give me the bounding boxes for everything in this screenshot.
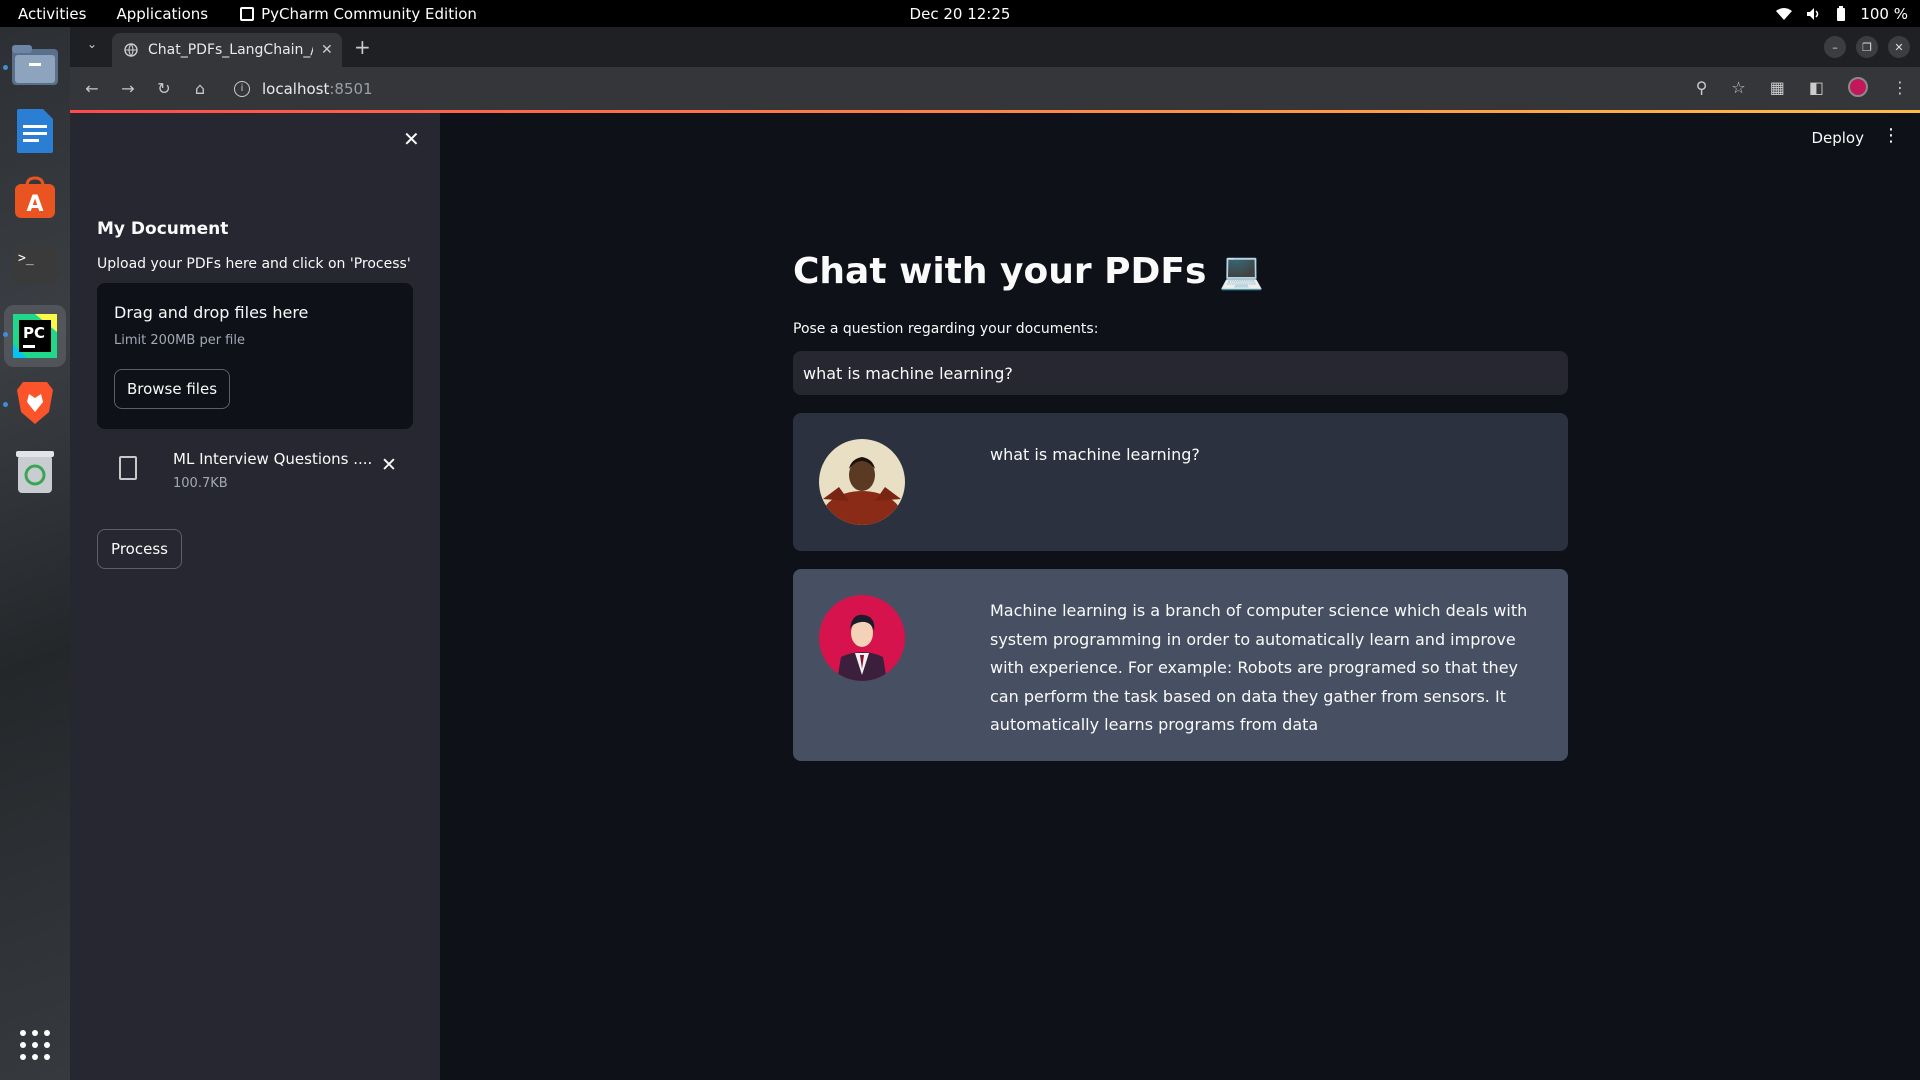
globe-icon xyxy=(124,43,138,57)
question-label: Pose a question regarding your documents… xyxy=(793,321,1099,337)
main-menu-icon[interactable]: ⋮ xyxy=(1882,125,1900,146)
browser-window: ⌄ Chat_PDFs_LangChain_/ ✕ + – ❐ ✕ ← → ↻ … xyxy=(70,27,1920,1080)
toolbar-actions: ⚲ ☆ ▦ ◧ ⋮ xyxy=(1696,77,1908,97)
minimize-icon[interactable]: – xyxy=(1824,36,1846,58)
page-title: Chat with your PDFs 💻 xyxy=(793,251,1264,292)
zoom-icon[interactable]: ⚲ xyxy=(1696,78,1708,97)
system-status-area[interactable]: 100 % xyxy=(1776,5,1908,23)
remove-file-icon[interactable]: ✕ xyxy=(381,454,397,476)
user-avatar xyxy=(819,439,905,525)
sidebar: ✕ My Document Upload your PDFs here and … xyxy=(70,113,440,1080)
sidebar-title: My Document xyxy=(97,219,229,239)
restore-icon[interactable]: ❐ xyxy=(1856,36,1878,58)
brave-icon[interactable] xyxy=(11,379,59,427)
terminal-icon[interactable]: >_ xyxy=(11,241,59,289)
trash-icon[interactable] xyxy=(11,447,59,495)
tab-search-chevron-icon[interactable]: ⌄ xyxy=(82,37,102,57)
tab-strip: ⌄ Chat_PDFs_LangChain_/ ✕ + – ❐ ✕ xyxy=(70,27,1920,67)
system-top-bar: Activities Applications PyCharm Communit… xyxy=(0,0,1920,27)
battery-icon xyxy=(1837,5,1846,21)
applications-menu[interactable]: Applications xyxy=(116,5,208,23)
bot-message: Machine learning is a branch of computer… xyxy=(793,569,1568,761)
file-dropzone[interactable]: Drag and drop files here Limit 200MB per… xyxy=(97,283,413,429)
upload-label: Upload your PDFs here and click on 'Proc… xyxy=(97,256,411,272)
user-message-text: what is machine learning? xyxy=(990,445,1200,464)
home-icon[interactable]: ⌂ xyxy=(188,77,212,101)
browse-files-button[interactable]: Browse files xyxy=(114,369,230,409)
focused-app-menu[interactable]: PyCharm Community Edition xyxy=(240,5,477,23)
close-window-icon[interactable]: ✕ xyxy=(1888,36,1910,58)
forward-icon[interactable]: → xyxy=(116,77,140,101)
file-size: 100.7KB xyxy=(173,476,228,491)
writer-icon[interactable] xyxy=(11,107,59,155)
activities-button[interactable]: Activities xyxy=(18,5,86,23)
running-indicator xyxy=(3,402,8,407)
file-icon xyxy=(119,456,137,480)
browser-toolbar: ← → ↻ ⌂ i localhost:8501 ⚲ ☆ ▦ ◧ ⋮ xyxy=(70,67,1920,110)
focused-app-name: PyCharm Community Edition xyxy=(261,4,477,23)
running-indicator xyxy=(3,332,8,337)
deploy-button[interactable]: Deploy xyxy=(1811,129,1864,147)
bot-message-text: Machine learning is a branch of computer… xyxy=(990,601,1528,734)
battery-percent: 100 % xyxy=(1860,4,1908,23)
svg-text:A: A xyxy=(26,192,43,217)
tab-active[interactable]: Chat_PDFs_LangChain_/ ✕ xyxy=(112,33,342,67)
dropzone-title: Drag and drop files here xyxy=(114,303,309,322)
user-message: what is machine learning? xyxy=(793,413,1568,551)
app-window-icon xyxy=(240,6,255,21)
url-port: :8501 xyxy=(329,80,373,98)
extensions-icon[interactable]: ▦ xyxy=(1770,78,1785,97)
sidebar-close-icon[interactable]: ✕ xyxy=(403,127,420,151)
files-icon[interactable] xyxy=(11,41,59,89)
streamlit-app: ✕ My Document Upload your PDFs here and … xyxy=(70,113,1920,1080)
process-button[interactable]: Process xyxy=(97,529,182,569)
address-bar[interactable]: i localhost:8501 xyxy=(222,73,1742,105)
pycharm-icon[interactable]: PC xyxy=(11,312,59,360)
url-host: localhost xyxy=(262,80,330,98)
new-tab-icon[interactable]: + xyxy=(354,35,371,59)
profile-avatar-icon[interactable] xyxy=(1848,77,1868,97)
wifi-icon xyxy=(1776,7,1793,20)
running-indicator xyxy=(3,65,8,70)
volume-icon xyxy=(1807,7,1819,20)
side-panel-icon[interactable]: ◧ xyxy=(1809,78,1824,97)
svg-text:PC: PC xyxy=(23,324,45,342)
dropzone-limit: Limit 200MB per file xyxy=(114,333,245,348)
back-icon[interactable]: ← xyxy=(80,77,104,101)
uploaded-file-item: ML Interview Questions .... 100.7KB ✕ xyxy=(97,450,413,500)
tab-title: Chat_PDFs_LangChain_/ xyxy=(148,42,313,58)
dock: A >_ PC xyxy=(0,27,70,1080)
file-name: ML Interview Questions .... xyxy=(173,450,373,468)
show-apps-grid-icon[interactable] xyxy=(20,1030,50,1060)
reload-icon[interactable]: ↻ xyxy=(152,77,176,101)
browser-menu-icon[interactable]: ⋮ xyxy=(1892,78,1908,97)
tab-close-icon[interactable]: ✕ xyxy=(321,42,333,58)
bookmark-star-icon[interactable]: ☆ xyxy=(1731,78,1745,97)
svg-text:>_: >_ xyxy=(18,251,34,266)
site-info-icon[interactable]: i xyxy=(234,81,250,97)
question-input[interactable] xyxy=(793,351,1568,395)
app-center-icon[interactable]: A xyxy=(11,174,59,222)
bot-avatar xyxy=(819,595,905,681)
